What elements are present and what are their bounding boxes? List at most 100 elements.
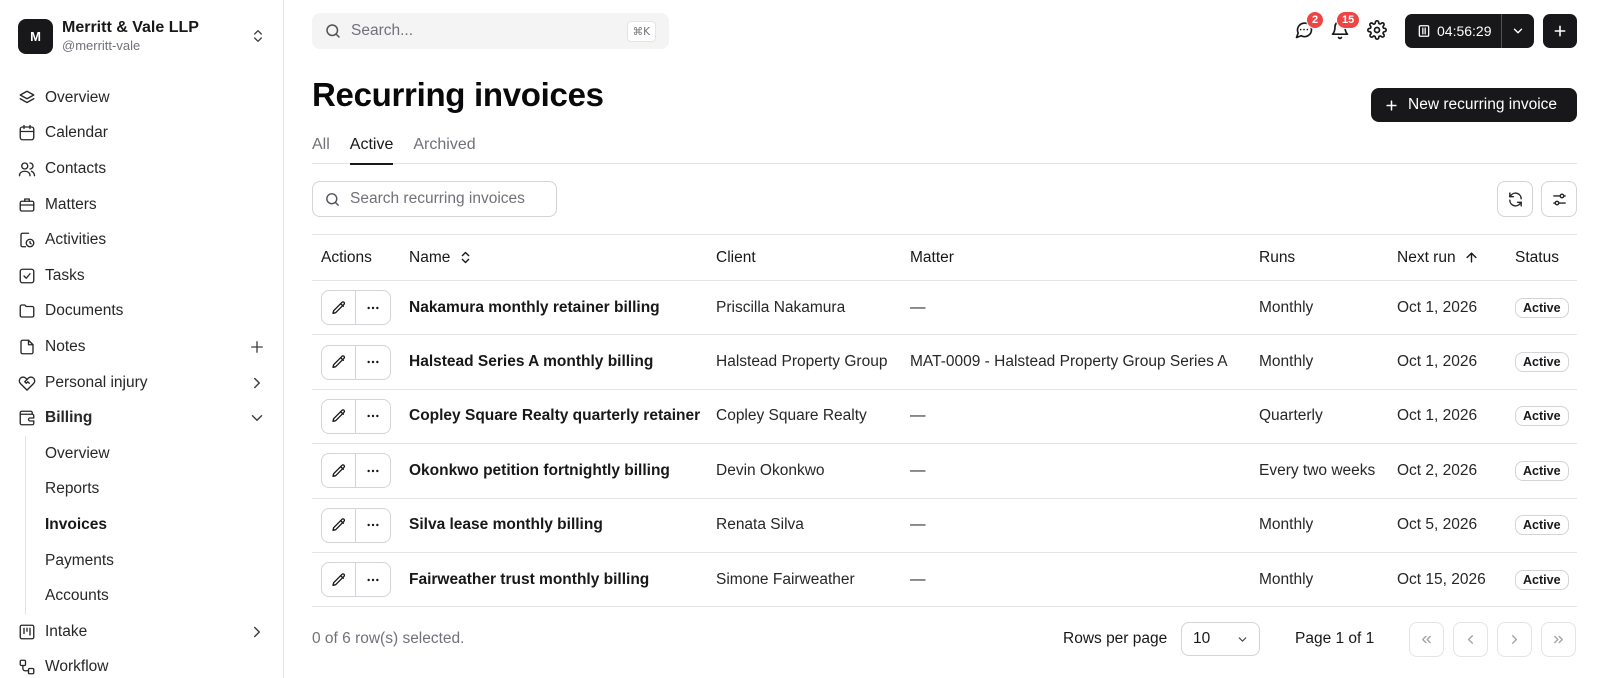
column-header-matter[interactable]: Matter xyxy=(901,235,1250,281)
first-page-button[interactable] xyxy=(1409,622,1444,657)
sidebar-item-label: Activities xyxy=(45,231,107,249)
search-icon xyxy=(326,192,339,206)
cell-next-run: Oct 1, 2026 xyxy=(1397,353,1478,371)
cell-name[interactable]: Fairweather trust monthly billing xyxy=(400,552,707,606)
refresh-button[interactable] xyxy=(1497,181,1533,217)
file-icon xyxy=(20,339,34,355)
table-row[interactable]: Halstead Series A monthly billing Halste… xyxy=(312,335,1577,390)
table-row[interactable]: Nakamura monthly retainer billing Prisci… xyxy=(312,281,1577,335)
column-header-next-run-label: Next run xyxy=(1397,248,1456,266)
sidebar-item-calendar[interactable]: Calendar xyxy=(0,116,284,152)
edit-button[interactable] xyxy=(321,562,356,598)
table-row[interactable]: Silva lease monthly billing Renata Silva… xyxy=(312,498,1577,553)
edit-button[interactable] xyxy=(321,290,356,326)
sliders-icon xyxy=(1552,192,1566,206)
more-actions-button[interactable] xyxy=(356,398,391,434)
cell-client: Priscilla Nakamura xyxy=(716,298,846,316)
recurring-invoice-search xyxy=(312,181,557,217)
sidebar-nav: Overview Calendar Contacts Matters Activ… xyxy=(0,80,284,678)
tab-all[interactable]: All xyxy=(312,130,330,164)
cell-name[interactable]: Copley Square Realty quarterly retainer xyxy=(400,389,707,443)
cell-matter: MAT-0009 - Halstead Property Group Serie… xyxy=(910,353,1228,371)
sidebar-subitem-overview[interactable]: Overview xyxy=(26,436,284,472)
layers-icon xyxy=(19,90,35,103)
column-header-name-label: Name xyxy=(409,248,451,266)
row-actions xyxy=(321,290,400,326)
view-options-button[interactable] xyxy=(1541,181,1577,217)
sidebar-subitem-invoices[interactable]: Invoices xyxy=(26,507,284,543)
sidebar-item-activities[interactable]: Activities xyxy=(0,222,284,258)
sidebar-item-notes[interactable]: Notes xyxy=(0,329,284,365)
recurring-invoice-search-input[interactable] xyxy=(350,190,540,208)
last-page-button[interactable] xyxy=(1541,622,1576,657)
cell-name[interactable]: Halstead Series A monthly billing xyxy=(400,335,707,389)
previous-page-button[interactable] xyxy=(1453,622,1488,657)
new-recurring-invoice-button[interactable]: New recurring invoice xyxy=(1371,88,1577,122)
cell-status: Active xyxy=(1506,389,1577,443)
sidebar-item-personal-injury[interactable]: Personal injury xyxy=(0,365,284,401)
tab-active[interactable]: Active xyxy=(349,130,393,165)
column-header-runs[interactable]: Runs xyxy=(1250,235,1388,281)
sidebar-subitem-payments[interactable]: Payments xyxy=(26,543,284,579)
chevrons-up-down-icon[interactable] xyxy=(248,26,268,46)
notifications-badge: 15 xyxy=(1336,11,1361,29)
table-row[interactable]: Copley Square Realty quarterly retainer … xyxy=(312,389,1577,444)
notifications-button[interactable]: 15 xyxy=(1330,11,1361,42)
cell-name[interactable]: Nakamura monthly retainer billing xyxy=(400,281,707,335)
column-header-status[interactable]: Status xyxy=(1506,235,1577,281)
messages-button[interactable]: 2 xyxy=(1294,11,1325,42)
pause-icon xyxy=(1418,25,1430,37)
org-switcher[interactable]: M Merritt & Vale LLP @merritt-vale xyxy=(18,17,268,55)
edit-button[interactable] xyxy=(321,453,356,489)
timer-value: 04:56:29 xyxy=(1437,23,1492,39)
column-header-next-run[interactable]: Next run xyxy=(1388,235,1506,281)
arrow-up-icon xyxy=(1466,252,1477,263)
sidebar-item-workflow[interactable]: Workflow xyxy=(0,650,284,678)
more-actions-button[interactable] xyxy=(356,290,391,326)
quick-add-button[interactable] xyxy=(1543,14,1577,48)
cell-name[interactable]: Okonkwo petition fortnightly billing xyxy=(400,444,707,498)
rows-per-page-value: 10 xyxy=(1193,630,1211,647)
cell-name[interactable]: Silva lease monthly billing xyxy=(400,498,707,552)
global-search[interactable]: Search... ⌘K xyxy=(312,13,669,49)
more-actions-button[interactable] xyxy=(356,344,391,380)
table-row[interactable]: Okonkwo petition fortnightly billing Dev… xyxy=(312,444,1577,499)
column-header-name[interactable]: Name xyxy=(400,235,707,281)
cell-matter: — xyxy=(910,407,926,425)
cell-next-run: Oct 15, 2026 xyxy=(1397,570,1486,588)
tab-archived[interactable]: Archived xyxy=(413,130,475,164)
sidebar-item-documents[interactable]: Documents xyxy=(0,294,284,330)
sidebar-item-billing[interactable]: Billing xyxy=(0,400,284,436)
edit-button[interactable] xyxy=(321,398,356,434)
edit-button[interactable] xyxy=(321,344,356,380)
sidebar-item-matters[interactable]: Matters xyxy=(0,187,284,223)
sidebar-item-tasks[interactable]: Tasks xyxy=(0,258,284,294)
cell-runs: Monthly xyxy=(1259,570,1314,588)
more-actions-button[interactable] xyxy=(356,453,391,489)
sidebar-item-overview[interactable]: Overview xyxy=(0,80,284,116)
sidebar-item-intake[interactable]: Intake xyxy=(0,614,284,650)
more-actions-button[interactable] xyxy=(356,562,391,598)
rows-per-page-select[interactable]: 10 xyxy=(1181,622,1260,656)
billing-subnav: Overview Reports Invoices Payments Accou… xyxy=(25,435,284,614)
chevron-down-icon xyxy=(251,415,263,422)
more-actions-button[interactable] xyxy=(356,507,391,543)
sidebar-item-label: Contacts xyxy=(45,159,107,177)
timer-menu-button[interactable] xyxy=(1502,24,1534,38)
settings-button[interactable] xyxy=(1367,20,1389,42)
org-handle: @merritt-vale xyxy=(62,38,141,54)
plus-icon[interactable] xyxy=(248,338,266,356)
next-page-button[interactable] xyxy=(1497,622,1532,657)
sidebar-subitem-accounts[interactable]: Accounts xyxy=(26,578,284,614)
edit-button[interactable] xyxy=(321,507,356,543)
column-header-client[interactable]: Client xyxy=(707,235,901,281)
chevron-right-icon xyxy=(1512,635,1517,644)
cell-client: Renata Silva xyxy=(716,516,804,534)
timer-toggle-button[interactable]: 04:56:29 xyxy=(1405,14,1501,48)
chevron-right-icon xyxy=(254,626,260,637)
sidebar-subitem-reports[interactable]: Reports xyxy=(26,472,284,508)
pencil-icon xyxy=(331,464,345,477)
org-name: Merritt & Vale LLP xyxy=(62,19,199,37)
table-row[interactable]: Fairweather trust monthly billing Simone… xyxy=(312,552,1577,607)
sidebar-item-contacts[interactable]: Contacts xyxy=(0,151,284,187)
